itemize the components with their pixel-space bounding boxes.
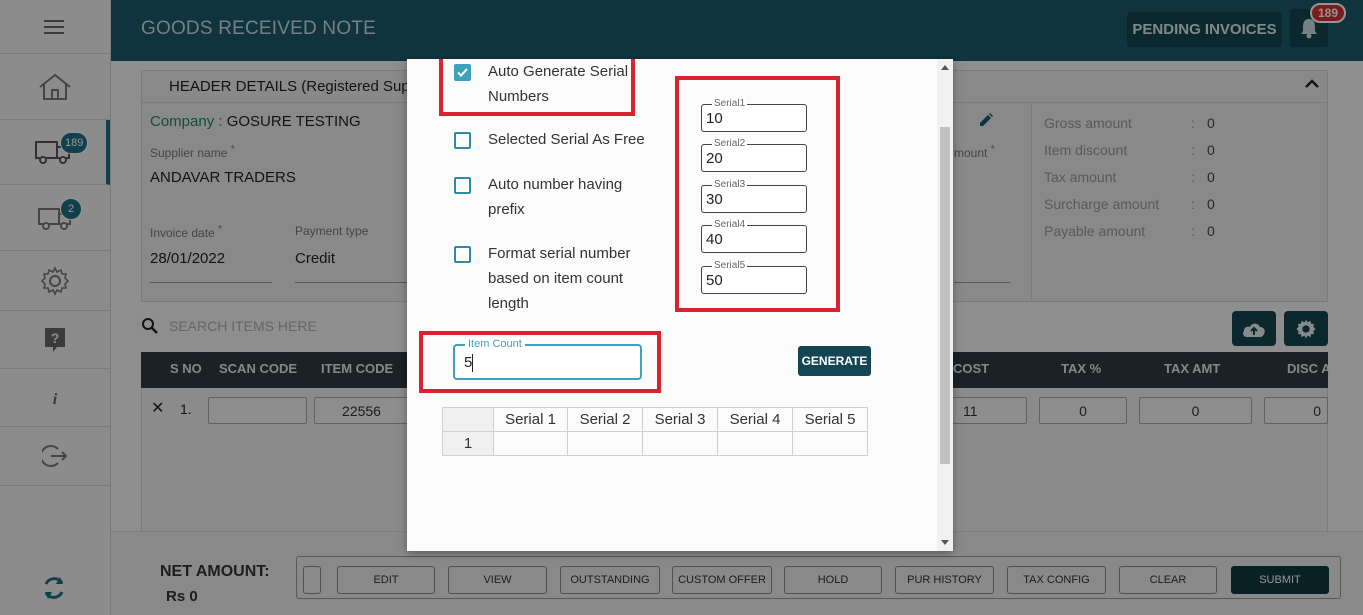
checkbox[interactable] (454, 132, 471, 149)
grid-corner-cell (442, 407, 494, 432)
scroll-up-arrow-icon[interactable] (941, 65, 949, 70)
grid-cell[interactable] (493, 431, 568, 456)
serial1-field[interactable]: Serial1 10 (701, 98, 807, 132)
serial-grid: Serial 1 Serial 2 Serial 3 Serial 4 Seri… (442, 407, 868, 456)
item-count-label: Item Count (465, 338, 525, 351)
serial4-value: 40 (706, 231, 723, 248)
option-auto-number-prefix[interactable]: Auto number having prefix (454, 176, 633, 222)
serial4-label: Serial4 (712, 219, 748, 231)
serial3-field[interactable]: Serial3 30 (701, 179, 807, 213)
text-cursor (472, 354, 473, 372)
grid-header-serial-1: Serial 1 (493, 407, 568, 432)
modal-scrollbar[interactable] (937, 59, 953, 551)
option-label: Auto number having prefix (488, 176, 623, 218)
grid-cell[interactable] (717, 431, 793, 456)
grid-cell[interactable] (567, 431, 643, 456)
grid-cell[interactable] (642, 431, 718, 456)
serial5-value: 50 (706, 272, 723, 289)
serial-grid-header-row: Serial 1 Serial 2 Serial 3 Serial 4 Seri… (442, 407, 868, 432)
grid-header-serial-5: Serial 5 (792, 407, 868, 432)
scroll-down-arrow-icon[interactable] (941, 540, 949, 545)
option-format-serial-length[interactable]: Format serial number based on item count… (454, 245, 643, 316)
option-label: Format serial number based on item count… (488, 245, 631, 312)
checkbox[interactable] (454, 246, 471, 263)
serial3-value: 30 (706, 191, 723, 208)
scroll-thumb[interactable] (940, 127, 950, 464)
serial2-label: Serial2 (712, 138, 748, 150)
grid-cell[interactable] (792, 431, 868, 456)
serial-number-dialog: Auto Generate Serial Numbers Selected Se… (407, 59, 953, 551)
serial1-label: Serial1 (712, 98, 748, 110)
checkbox[interactable] (454, 177, 471, 194)
serial5-label: Serial5 (712, 260, 748, 272)
option-selected-serial-free[interactable]: Selected Serial As Free (454, 131, 658, 152)
serial2-field[interactable]: Serial2 20 (701, 138, 807, 172)
table-row: 1 (442, 431, 868, 456)
item-count-field[interactable]: Item Count 5 (453, 338, 642, 380)
serial1-value: 10 (706, 110, 723, 127)
grid-row-number: 1 (442, 431, 494, 456)
serial3-label: Serial3 (712, 179, 748, 191)
generate-button[interactable]: GENERATE (798, 346, 871, 376)
highlight-auto-generate (439, 59, 635, 116)
serial5-field[interactable]: Serial5 50 (701, 260, 807, 294)
grid-header-serial-2: Serial 2 (567, 407, 643, 432)
serial2-value: 20 (706, 150, 723, 167)
grid-header-serial-4: Serial 4 (717, 407, 793, 432)
option-label: Selected Serial As Free (488, 131, 645, 148)
grid-header-serial-3: Serial 3 (642, 407, 718, 432)
serial4-field[interactable]: Serial4 40 (701, 219, 807, 253)
